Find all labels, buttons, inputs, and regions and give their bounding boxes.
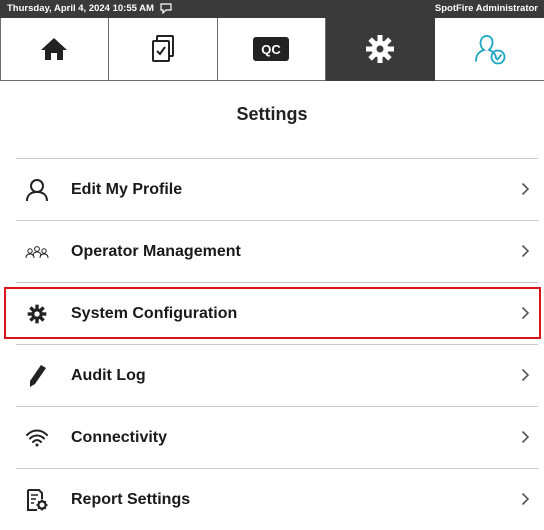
home-icon [41, 38, 68, 60]
person-icon [26, 179, 48, 202]
settings-item-label: Edit My Profile [71, 180, 183, 198]
message-icon[interactable] [160, 3, 172, 14]
settings-item-label: Connectivity [71, 428, 168, 446]
tab-operator[interactable] [435, 18, 544, 81]
settings-item-connectivity[interactable]: Connectivity [16, 407, 544, 468]
main-nav: QC [0, 18, 544, 81]
settings-item-label: Audit Log [71, 366, 146, 384]
chevron-right-icon [521, 492, 530, 506]
pen-icon [30, 365, 46, 387]
settings-item-operator-management[interactable]: Operator Management [16, 221, 544, 282]
page-title: Settings [236, 104, 308, 124]
report-settings-icon [27, 489, 48, 511]
settings-list: Edit My Profile Operator Management Syst… [16, 158, 544, 530]
chevron-right-icon [521, 182, 530, 196]
highlight-box [4, 287, 541, 339]
settings-item-label: Operator Management [71, 242, 241, 260]
status-bar: Thursday, April 4, 2024 10:55 AM SpotFir… [0, 0, 544, 18]
qc-icon: QC [253, 37, 290, 61]
tab-home[interactable] [0, 18, 109, 81]
wifi-icon [26, 429, 48, 447]
chevron-right-icon [521, 368, 530, 382]
current-user: SpotFire Administrator [434, 3, 538, 14]
gear-icon [366, 35, 395, 63]
tab-qc[interactable]: QC [217, 18, 327, 81]
svg-text:QC: QC [262, 42, 282, 57]
tab-settings[interactable] [326, 18, 436, 81]
settings-item-report-settings[interactable]: Report Settings [16, 469, 544, 530]
chevron-right-icon [521, 430, 530, 444]
settings-item-audit-log[interactable]: Audit Log [16, 345, 544, 406]
checklist-icon [151, 35, 174, 62]
operator-check-icon [474, 35, 505, 65]
people-icon [25, 246, 49, 259]
tab-checklist[interactable] [108, 18, 218, 81]
chevron-right-icon [521, 244, 530, 258]
datetime: Thursday, April 4, 2024 10:55 AM [7, 3, 154, 14]
settings-item-label: Report Settings [71, 490, 191, 508]
settings-item-edit-my-profile[interactable]: Edit My Profile [16, 159, 544, 220]
